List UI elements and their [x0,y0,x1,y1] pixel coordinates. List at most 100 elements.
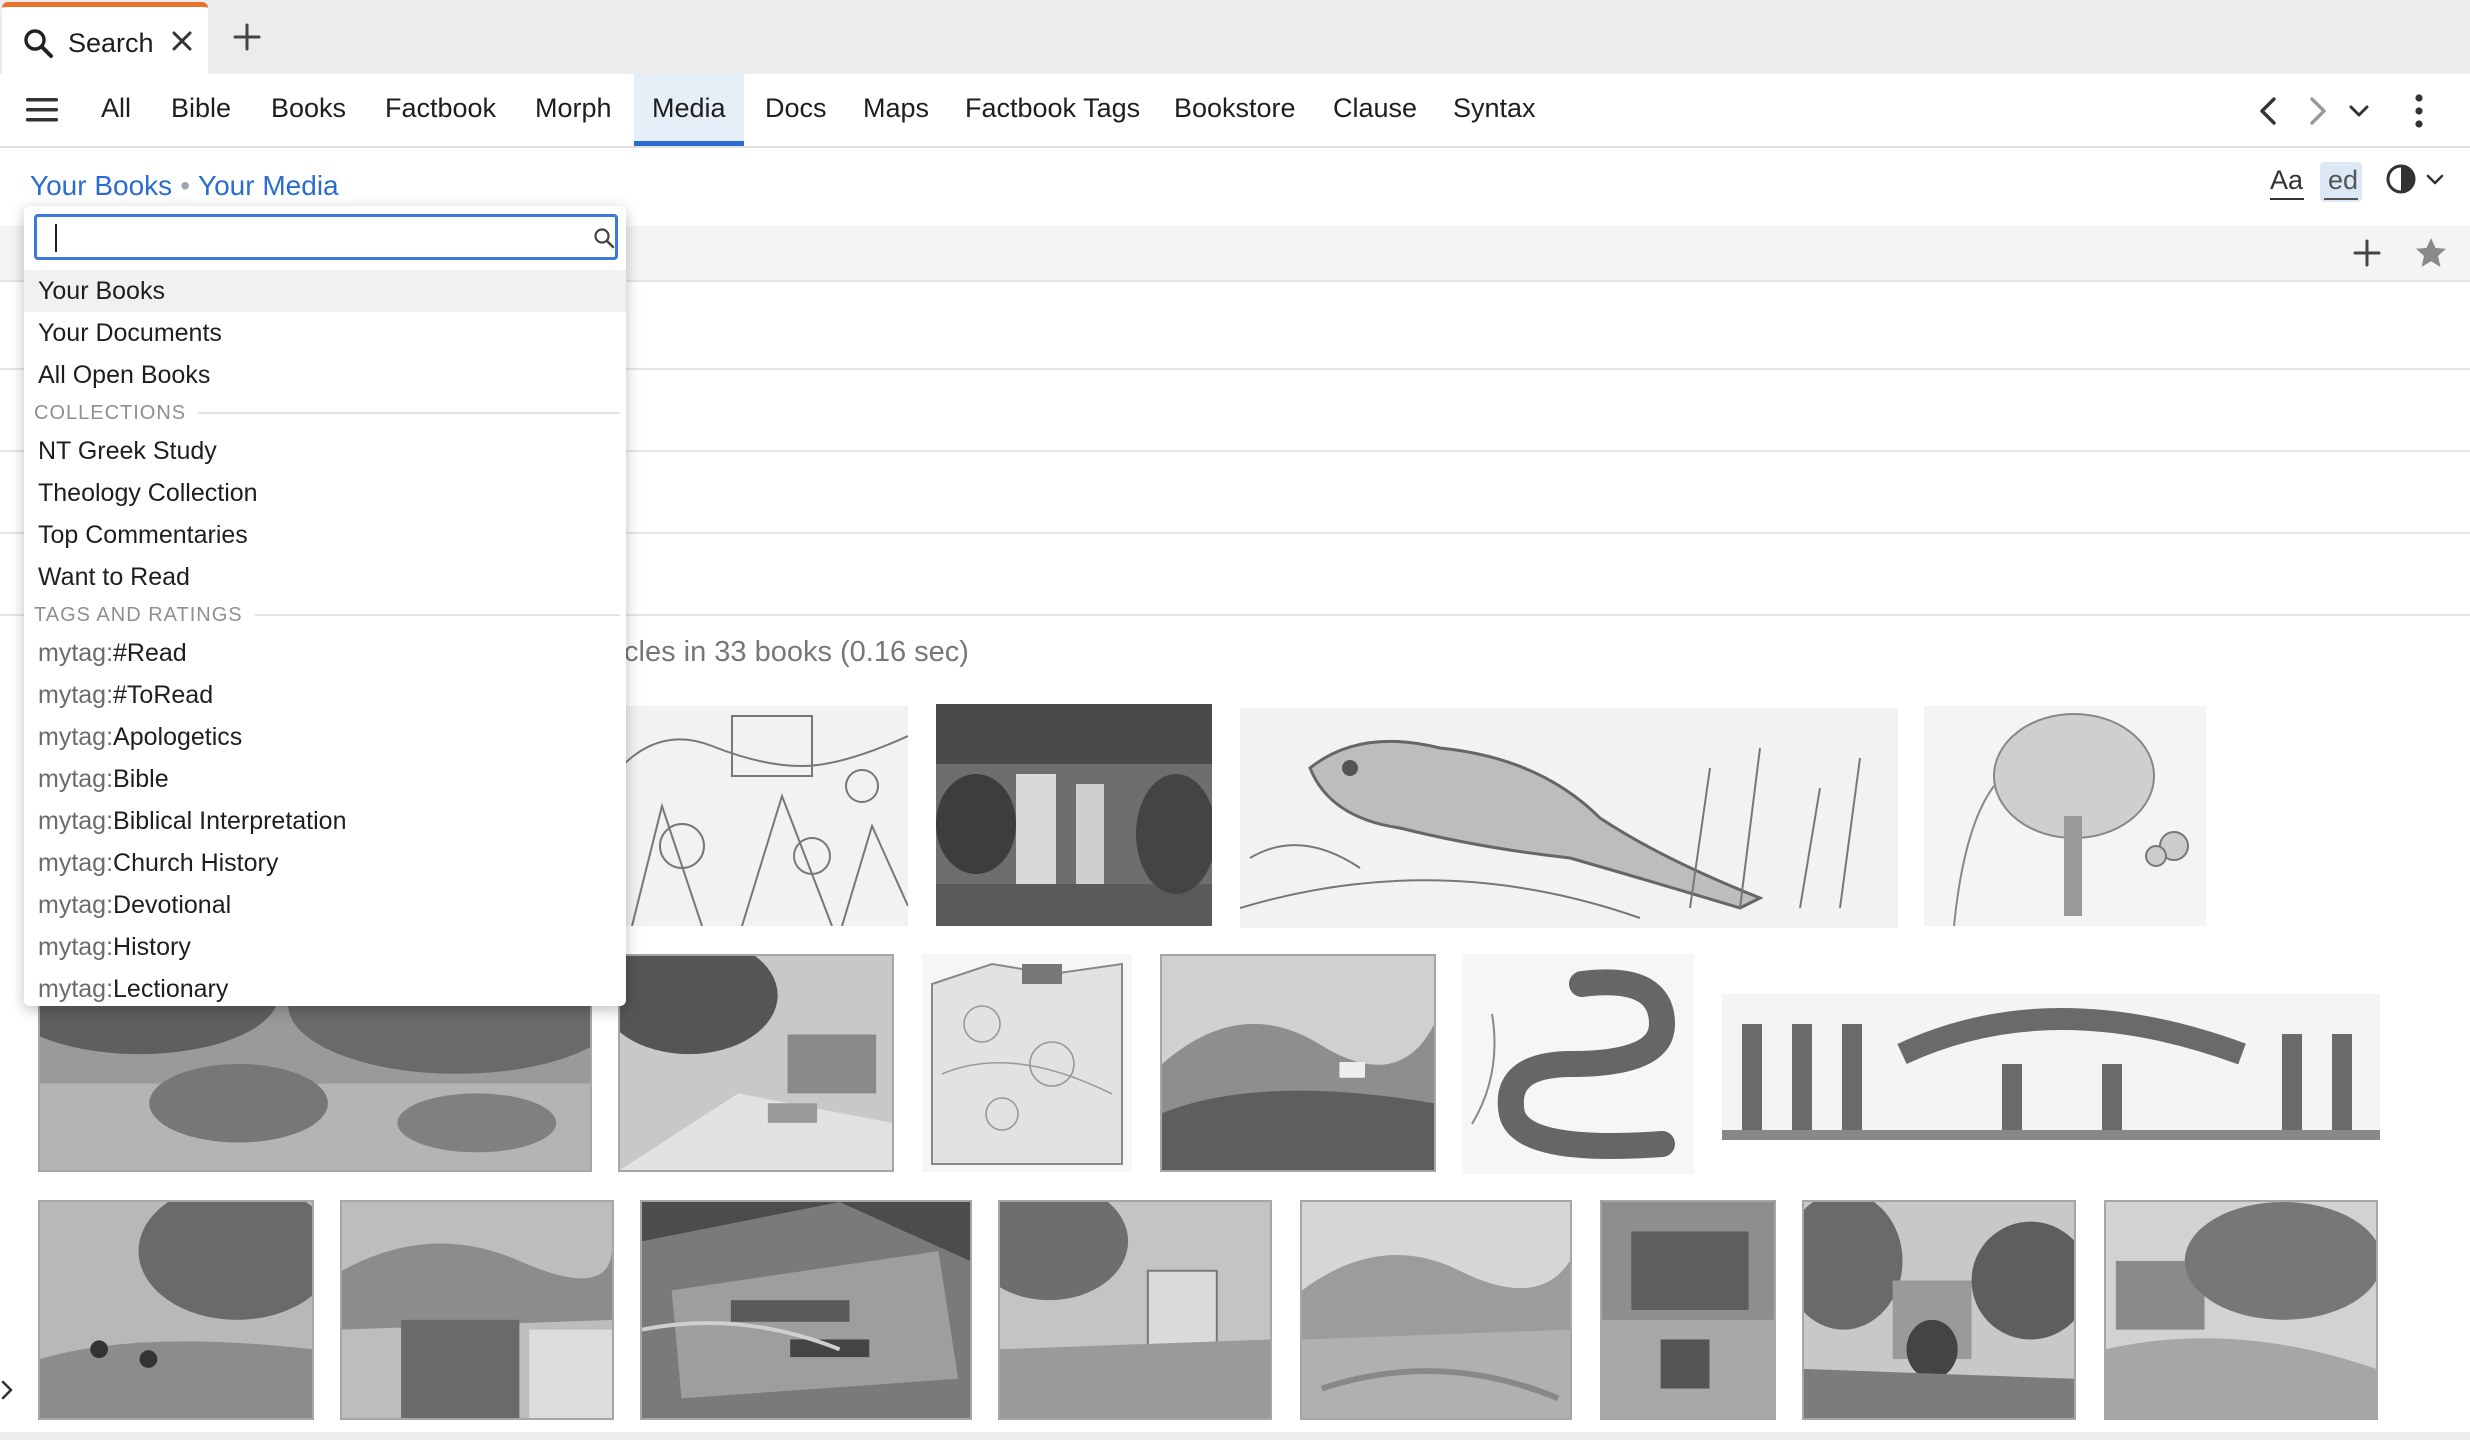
dropdown-item-tag[interactable]: mytag:Lectionary [24,968,626,1006]
new-tab-plus-icon[interactable] [232,22,262,52]
tag-name: Devotional [113,891,232,919]
tag-prefix: mytag: [38,639,114,667]
tag-prefix: mytag: [38,807,114,835]
nav-item-all[interactable]: All [101,74,131,146]
tag-name: Bible [113,765,169,793]
dropdown-item-theology-collection[interactable]: Theology Collection [24,472,626,514]
media-thumbnail-madaba-mosaic[interactable] [640,1200,972,1420]
chevron-left-icon[interactable] [2256,96,2280,126]
results-count: cles in 33 books (0.16 sec) [624,636,969,668]
tab-label: Search [68,28,154,58]
search-icon [594,228,615,249]
media-thumbnail-waterfall[interactable] [936,704,1212,926]
tag-prefix: mytag: [38,891,114,919]
dropdown-item-all-open-books[interactable]: All Open Books [24,354,626,396]
section-label-tags: TAGS AND RATINGS [34,604,243,626]
tag-name: Church History [113,849,279,877]
dropdown-item-your-books[interactable]: Your Books [24,270,626,312]
dropdown-item-tag[interactable]: mytag:Apologetics [24,716,626,758]
tab-bar: Search [0,0,2470,74]
dropdown-item-top-commentaries[interactable]: Top Commentaries [24,514,626,556]
tag-name: Biblical Interpretation [113,807,347,835]
media-thumbnail-chameleon[interactable] [1240,708,1898,928]
media-thumbnail-arch-bridge[interactable] [1802,1200,2076,1420]
tag-name: #Read [113,639,187,667]
media-thumbnail-serpent[interactable] [1462,954,1694,1174]
media-thumbnail-ruins-drawing[interactable] [622,706,908,926]
star-icon[interactable] [2414,236,2448,270]
media-thumbnail-map-drawing[interactable] [922,954,1132,1172]
bottom-edge [0,1432,2470,1440]
tag-prefix: mytag: [38,765,114,793]
chevron-down-icon[interactable] [2348,104,2370,118]
dropdown-section-collections: COLLECTIONS [34,398,620,428]
section-label-collections: COLLECTIONS [34,402,187,424]
dropdown-item-tag[interactable]: mytag:Biblical Interpretation [24,800,626,842]
font-size-label: Aa [2270,165,2304,195]
breadcrumb-your-media[interactable]: Your Media [198,170,339,201]
dropdown-item-tag[interactable]: mytag:#ToRead [24,674,626,716]
media-thumbnail-river-valley[interactable] [1300,1200,1572,1420]
nav-item-syntax[interactable]: Syntax [1453,74,1536,146]
tag-prefix: mytag: [38,849,114,877]
dropdown-item-tag[interactable]: mytag:#Read [24,632,626,674]
dropdown-item-nt-greek-study[interactable]: NT Greek Study [24,430,626,472]
tag-prefix: mytag: [38,681,114,709]
breadcrumb-separator: • [180,170,190,201]
tag-name: Apologetics [113,723,243,751]
nav-item-factbook[interactable]: Factbook [385,74,496,146]
dropdown-item-tag[interactable]: mytag:Bible [24,758,626,800]
dropdown-section-tags: TAGS AND RATINGS [34,600,620,630]
media-thumbnail-hillside[interactable] [1160,954,1436,1172]
tag-prefix: mytag: [38,723,114,751]
nav-item-clause[interactable]: Clause [1333,74,1417,146]
tag-name: Lectionary [113,975,229,1003]
dropdown-item-tag[interactable]: mytag:Devotional [24,884,626,926]
contrast-icon[interactable] [2384,162,2418,196]
nav-item-books[interactable]: Books [271,74,346,146]
dropdown-item-want-to-read[interactable]: Want to Read [24,556,626,598]
dropdown-item-your-documents[interactable]: Your Documents [24,312,626,354]
text-caret [55,224,57,252]
media-thumbnail-stream-figures[interactable] [38,1200,314,1420]
tag-prefix: mytag: [38,975,114,1003]
chevron-right-icon[interactable] [2306,96,2330,126]
nav-item-maps[interactable]: Maps [863,74,929,146]
dropdown-item-tag[interactable]: mytag:History [24,926,626,968]
nav-item-bookstore[interactable]: Bookstore [1174,74,1296,146]
breadcrumb: Your Books • Your Media [30,170,339,202]
tag-name: #ToRead [113,681,214,709]
dropdown-item-tag[interactable]: mytag:Church History [24,842,626,884]
nav-item-bible[interactable]: Bible [171,74,231,146]
font-size-button[interactable]: Aa [2270,162,2304,202]
media-thumbnail-village-street[interactable] [618,954,894,1172]
media-thumbnail-egyptian-relief[interactable] [1722,994,2380,1140]
scope-search-input[interactable] [34,214,618,260]
nav-item-morph[interactable]: Morph [535,74,612,146]
nav-item-factbook-tags[interactable]: Factbook Tags [965,74,1140,146]
close-icon[interactable] [170,29,194,53]
media-thumbnail-tree-drawing[interactable] [1924,706,2206,926]
search-type-nav: All Bible Books Factbook Morph Media Doc… [0,74,2470,148]
more-vertical-icon[interactable] [2414,94,2424,128]
font-size-underline [2270,198,2304,200]
ed-underline [2324,198,2358,200]
media-thumbnail-stone-wall[interactable] [1600,1200,1776,1420]
ed-label: ed [2328,165,2359,195]
plus-icon[interactable] [2352,238,2382,268]
nav-item-docs[interactable]: Docs [765,74,827,146]
tag-prefix: mytag: [38,933,114,961]
tab-search[interactable]: Search [2,2,208,74]
hamburger-icon[interactable] [26,96,58,124]
breadcrumb-your-books[interactable]: Your Books [30,170,172,201]
contrast-chevron-down-icon[interactable] [2426,174,2444,186]
expand-panel-chevron-icon[interactable] [0,1376,14,1404]
media-thumbnail-rocky-pool[interactable] [340,1200,614,1420]
scope-dropdown: Your Books Your Documents All Open Books… [24,206,626,1006]
media-thumbnail-riverside-house[interactable] [2104,1200,2378,1420]
tag-name: History [113,933,191,961]
media-thumbnail-river-mill[interactable] [998,1200,1272,1420]
search-icon [24,29,53,58]
nav-item-media[interactable]: Media [634,74,744,146]
visual-filter-button[interactable]: ed [2320,162,2362,202]
